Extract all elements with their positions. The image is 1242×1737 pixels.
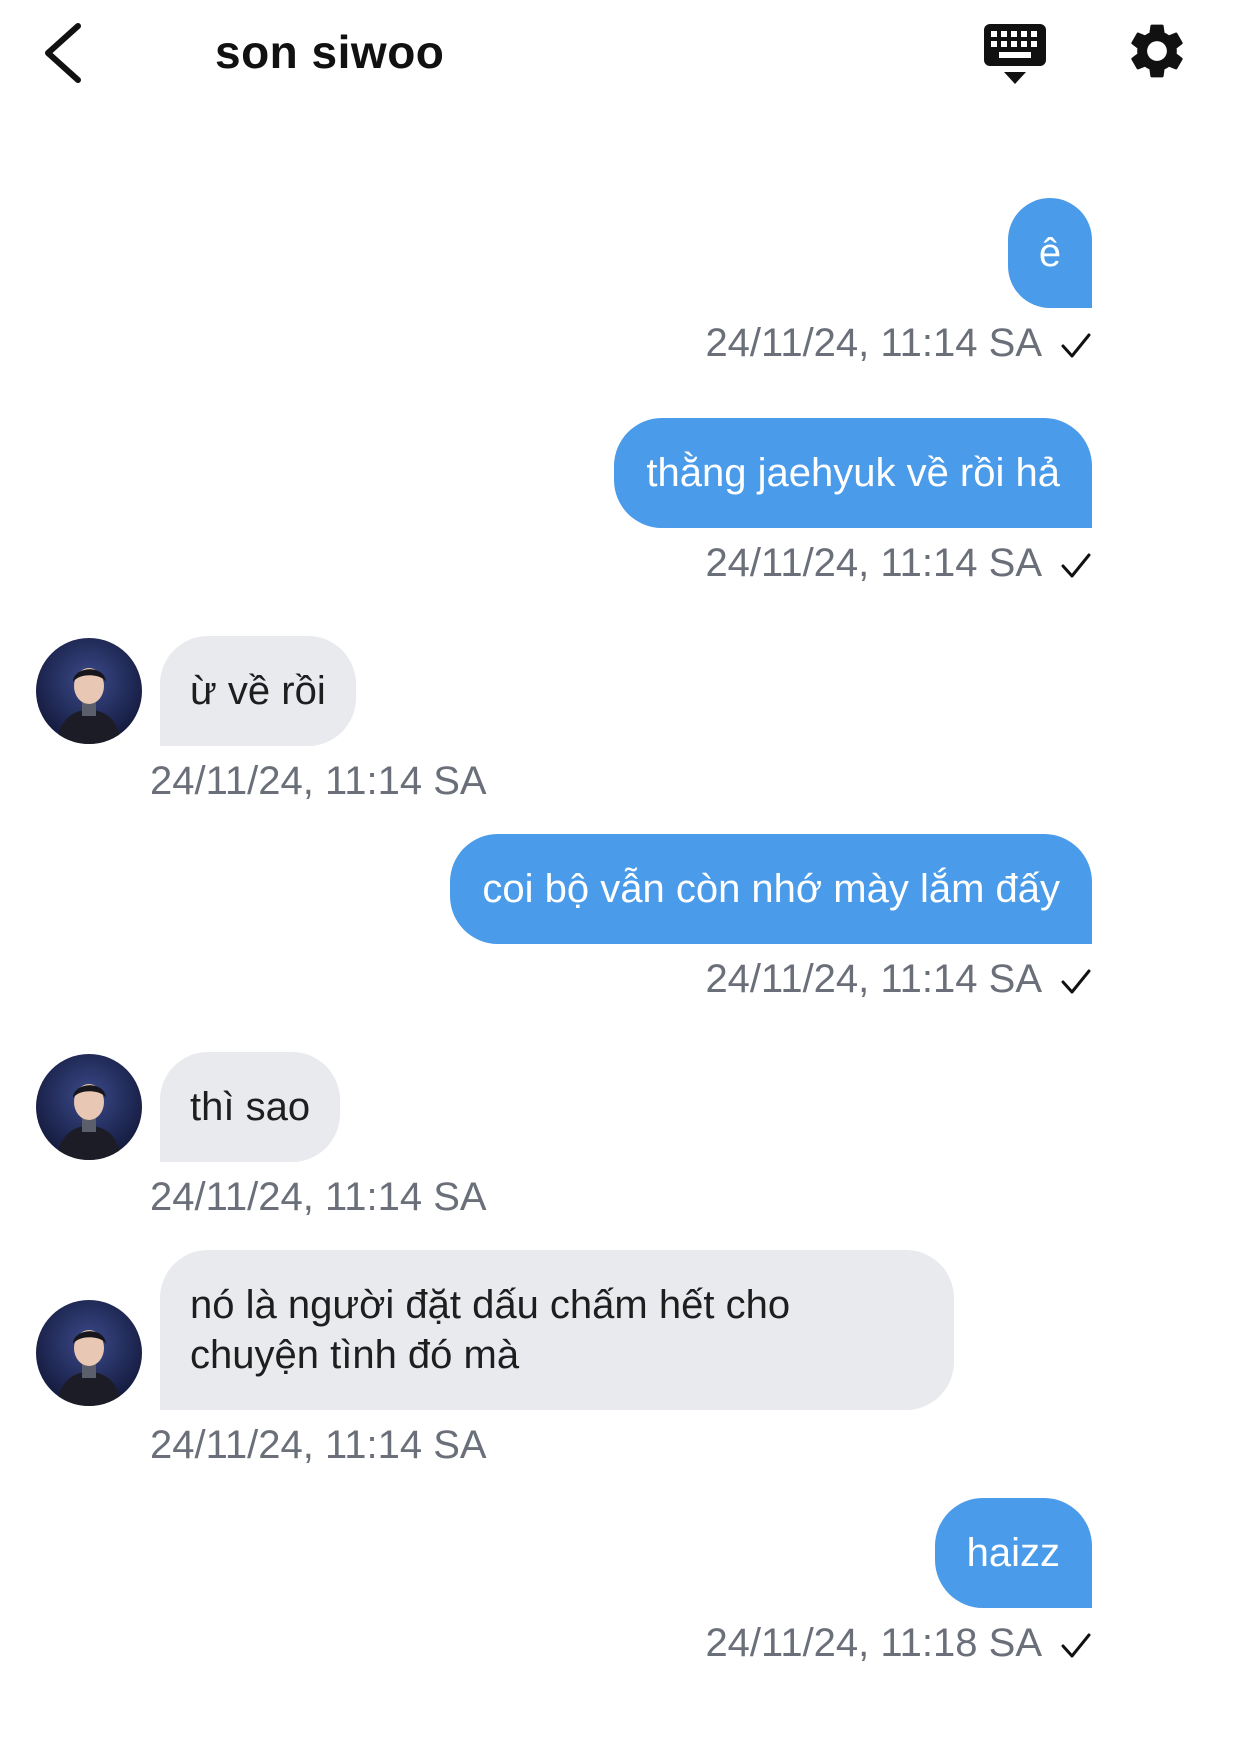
incoming-message-bubble[interactable]: nó là người đặt dấu chấm hết cho chuyện …	[160, 1250, 954, 1410]
settings-button[interactable]	[1124, 18, 1190, 84]
outgoing-message-bubble[interactable]: thằng jaehyuk về rồi hả	[614, 418, 1092, 528]
message-timestamp: 24/11/24, 11:14 SA	[705, 538, 1092, 588]
message-text: ê	[1038, 231, 1062, 275]
keyboard-icon	[984, 24, 1046, 84]
message-text: nó là người đặt dấu chấm hết cho chuyện …	[190, 1283, 791, 1377]
message-timestamp: 24/11/24, 11:14 SA	[150, 1420, 487, 1470]
chevron-left-icon	[45, 23, 81, 83]
incoming-message-bubble[interactable]: ừ về rồi	[160, 636, 356, 746]
message-text: thằng jaehyuk về rồi hả	[646, 451, 1060, 495]
message-timestamp: 24/11/24, 11:18 SA	[705, 1618, 1092, 1668]
timestamp-text: 24/11/24, 11:14 SA	[705, 541, 1042, 585]
timestamp-text: 24/11/24, 11:14 SA	[150, 1423, 487, 1467]
timestamp-text: 24/11/24, 11:14 SA	[150, 759, 487, 803]
message-text: haizz	[966, 1531, 1060, 1575]
avatar-photo	[36, 638, 142, 744]
message-text: thì sao	[190, 1085, 311, 1129]
contact-avatar[interactable]	[36, 1300, 142, 1406]
message-timestamp: 24/11/24, 11:14 SA	[705, 318, 1092, 368]
contact-avatar[interactable]	[36, 1054, 142, 1160]
timestamp-text: 24/11/24, 11:14 SA	[705, 957, 1042, 1001]
checkmark-icon	[1061, 553, 1091, 578]
message-timestamp: 24/11/24, 11:14 SA	[150, 1172, 487, 1222]
message-timestamp: 24/11/24, 11:14 SA	[150, 756, 487, 806]
keyboard-toggle-button[interactable]	[982, 22, 1048, 88]
incoming-message-bubble[interactable]: thì sao	[160, 1052, 341, 1162]
checkmark-icon	[1061, 1633, 1091, 1658]
message-text: ừ về rồi	[190, 669, 326, 713]
message-text: coi bộ vẫn còn nhớ mày lắm đấy	[482, 867, 1060, 911]
avatar-photo	[36, 1054, 142, 1160]
outgoing-message-bubble[interactable]: haizz	[934, 1498, 1092, 1608]
checkmark-icon	[1061, 333, 1091, 358]
timestamp-text: 24/11/24, 11:14 SA	[705, 321, 1042, 365]
checkmark-icon	[1061, 969, 1091, 994]
contact-avatar[interactable]	[36, 638, 142, 744]
gear-icon	[1131, 24, 1183, 78]
message-timestamp: 24/11/24, 11:14 SA	[705, 954, 1092, 1004]
timestamp-text: 24/11/24, 11:14 SA	[150, 1175, 487, 1219]
outgoing-message-bubble[interactable]: coi bộ vẫn còn nhớ mày lắm đấy	[450, 834, 1092, 944]
outgoing-message-bubble[interactable]: ê	[1008, 198, 1092, 308]
back-button[interactable]	[38, 18, 98, 88]
conversation-title: son siwoo	[215, 26, 445, 78]
timestamp-text: 24/11/24, 11:18 SA	[705, 1621, 1042, 1665]
chat-header: son siwoo	[0, 0, 1242, 110]
avatar-photo	[36, 1300, 142, 1406]
